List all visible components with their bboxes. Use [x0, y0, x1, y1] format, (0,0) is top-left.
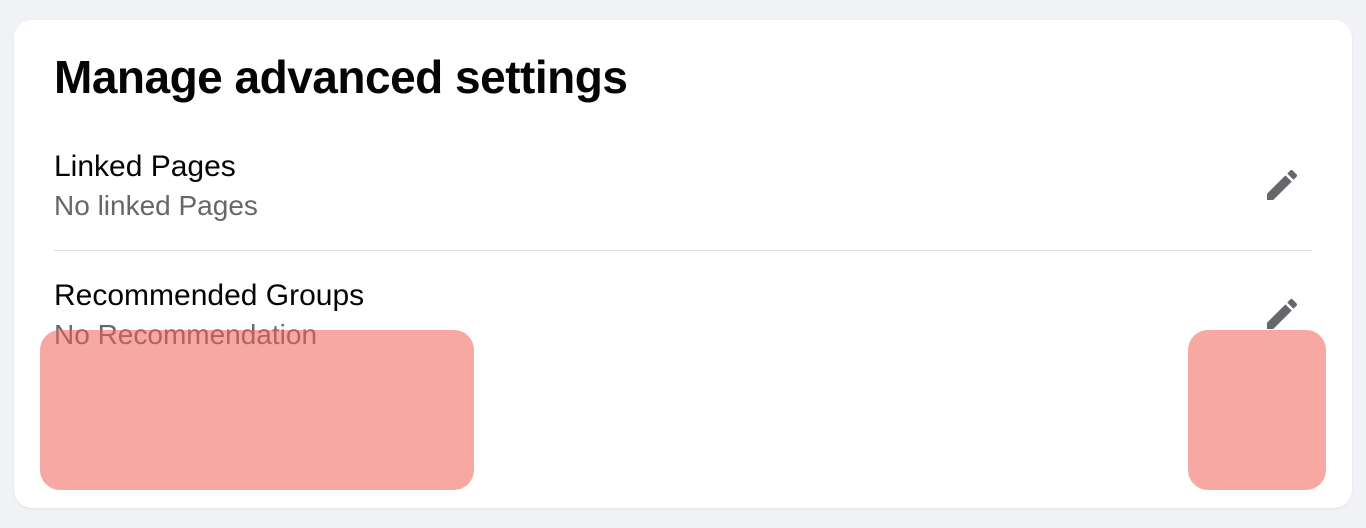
setting-text: Linked Pages No linked Pages — [54, 150, 258, 222]
linked-pages-sub: No linked Pages — [54, 190, 258, 222]
setting-linked-pages: Linked Pages No linked Pages — [54, 142, 1312, 250]
setting-text: Recommended Groups No Recommendation — [54, 279, 364, 351]
recommended-groups-sub: No Recommendation — [54, 319, 364, 351]
page-title: Manage advanced settings — [54, 50, 1312, 104]
setting-recommended-groups: Recommended Groups No Recommendation — [54, 250, 1312, 379]
pencil-icon — [1262, 165, 1302, 208]
pencil-icon — [1262, 294, 1302, 337]
linked-pages-label: Linked Pages — [54, 150, 258, 184]
edit-recommended-groups-button[interactable] — [1252, 284, 1312, 347]
edit-linked-pages-button[interactable] — [1252, 155, 1312, 218]
settings-card: Manage advanced settings Linked Pages No… — [14, 20, 1352, 508]
recommended-groups-label: Recommended Groups — [54, 279, 364, 313]
